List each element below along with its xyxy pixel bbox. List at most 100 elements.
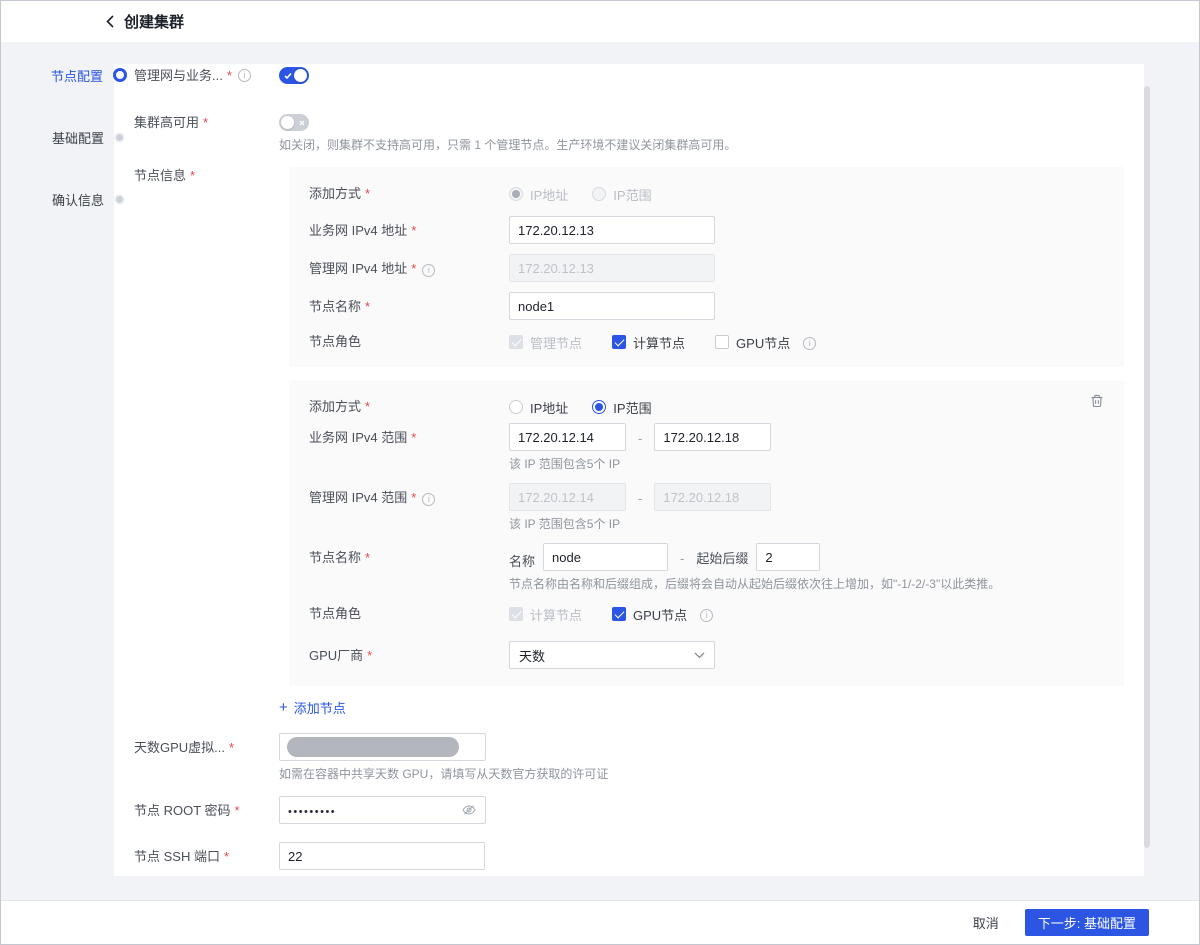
required-asterisk [199,114,208,132]
node-roles-label: 节点角色 [309,334,361,349]
checkbox-box [612,335,626,349]
trash-icon [1090,394,1104,408]
row-mgmt-range: 管理网 IPv4 范围 - 该 IP 范围包含5个 IP [309,483,1104,532]
redacted-value [287,737,459,757]
mgmt-range-label: 管理网 IPv4 范围 [309,490,407,505]
row-node-roles: 节点角色 管理节点 计算节点 GPU节点 [309,333,1104,351]
start-suffix-input[interactable] [756,543,820,571]
add-node-label: 添加节点 [294,698,346,717]
required-asterisk [361,186,370,201]
root-password-label: 节点 ROOT 密码 [134,796,279,820]
cluster-ha-label: 集群高可用 [134,114,279,132]
gpu-license-help: 如需在容器中共享天数 GPU，请填写从天数官方获取的许可证 [279,767,1124,782]
checkbox-box [509,607,523,621]
stepper: 节点配置 基础配置 确认信息 [23,66,127,252]
business-ip-input[interactable] [509,216,715,244]
step-confirm-info[interactable]: 确认信息 [23,190,127,208]
mgmt-ip-input [509,254,715,282]
range-dash: - [680,549,684,566]
row-node-name: 节点名称 [309,292,1104,320]
row-root-password: 节点 ROOT 密码 ••••••••• [134,796,1124,824]
step-basic-config[interactable]: 基础配置 [23,128,127,146]
row-node-name: 节点名称 名称 - 起始后缀 节点名称由名称和后缀组成，后缀将会自动从起始后缀依… [309,543,1104,592]
cancel-button[interactable]: 取消 [973,913,999,932]
checkbox-gpu-node[interactable]: GPU节点 [612,605,713,624]
info-icon[interactable] [238,69,251,82]
row-ssh-port: 节点 SSH 端口 [134,842,1124,870]
toggle-check-icon [284,72,292,79]
required-asterisk [361,299,370,314]
delete-node-section-button[interactable] [1088,392,1106,410]
gpu-vendor-value: 天数 [519,646,545,665]
gpu-license-input[interactable] [279,733,486,761]
node-section-1: 添加方式 IP地址 IP范围 业务网 IPv4 地址 管理网 IPv4 地址 [289,167,1124,367]
checkbox-box [715,335,729,349]
row-mgmt-business-network: 管理网与业务... [134,67,1124,85]
required-asterisk [186,167,195,185]
checkbox-box [612,607,626,621]
next-step-button[interactable]: 下一步: 基础配置 [1025,909,1149,936]
vertical-scrollbar[interactable] [1144,86,1150,848]
toggle-knob [281,116,294,129]
checkbox-compute-node: 计算节点 [509,605,582,624]
gpu-vendor-label: GPU厂商 [309,648,363,663]
name-prefix-input[interactable] [543,543,668,571]
row-node-info: 节点信息 添加方式 IP地址 IP范围 [134,167,1124,717]
info-icon[interactable] [700,609,713,622]
row-gpu-license: 天数GPU虚拟... 如需在容器中共享天数 GPU，请填写从天数官方获取的许可证 [134,733,1124,782]
info-icon[interactable] [422,264,435,277]
checkbox-compute-node[interactable]: 计算节点 [612,333,685,352]
checkbox-mgmt-node: 管理节点 [509,333,582,352]
node-name-label: 节点名称 [309,550,361,565]
eye-slash-icon [461,803,477,817]
checkbox-gpu-node[interactable]: GPU节点 [715,333,816,352]
range-dash: - [638,489,642,506]
business-ip-label: 业务网 IPv4 地址 [309,223,407,238]
mgmt-ip-label: 管理网 IPv4 地址 [309,261,407,276]
mgmt-range-help: 该 IP 范围包含5个 IP [509,517,1104,532]
required-asterisk [361,550,370,565]
page-header: 创建集群 [1,1,1199,42]
password-mask: ••••••••• [288,803,336,818]
node-info-label: 节点信息 [134,167,279,185]
radio-dot [592,400,606,414]
mgmt-business-toggle[interactable] [279,67,309,84]
page-title: 创建集群 [124,11,184,32]
add-node-button[interactable]: + 添加节点 [279,698,346,717]
node-name-help: 节点名称由名称和后缀组成，后缀将会自动从起始后缀依次往上增加，如"-1/-2/-… [509,577,1104,592]
row-gpu-vendor: GPU厂商 天数 [309,641,1104,669]
page-body: 节点配置 基础配置 确认信息 管理网与业务... [1,42,1199,900]
row-add-mode: 添加方式 IP地址 IP范围 [309,185,1104,203]
required-asterisk [407,261,416,276]
ssh-port-input[interactable] [279,842,485,870]
page-footer: 取消 下一步: 基础配置 [1,900,1199,944]
radio-ip-address[interactable]: IP地址 [509,185,568,204]
form-card: 管理网与业务... 集群高可用 [114,64,1144,876]
business-range-to-input[interactable] [654,423,771,451]
gpu-vendor-select[interactable]: 天数 [509,641,715,669]
step-node-config[interactable]: 节点配置 [23,66,127,84]
row-cluster-ha: 集群高可用 如关闭，则集群不支持高可用，只需 1 个管理节点。生产环境不建议关闭… [134,114,1124,153]
back-button[interactable]: 创建集群 [106,11,184,32]
required-asterisk [225,739,234,757]
ssh-port-label: 节点 SSH 端口 [134,842,279,866]
root-password-input[interactable]: ••••••••• [279,796,486,824]
required-asterisk [223,67,232,85]
add-mode-label: 添加方式 [309,399,361,414]
mgmt-range-to-input [654,483,771,511]
radio-ip-address[interactable]: IP地址 [509,398,568,417]
info-icon[interactable] [803,337,816,350]
checkbox-box [509,335,523,349]
node-name-input[interactable] [509,292,715,320]
info-icon[interactable] [422,493,435,506]
cluster-ha-toggle[interactable] [279,114,309,131]
plus-icon: + [279,700,288,715]
create-cluster-window: 创建集群 节点配置 基础配置 确认信息 管理网与业务... [0,0,1200,945]
mgmt-business-label: 管理网与业务... [134,67,279,85]
business-range-from-input[interactable] [509,423,626,451]
toggle-password-visibility-button[interactable] [461,803,477,817]
toggle-x-icon [299,120,305,126]
cluster-ha-help: 如关闭，则集群不支持高可用，只需 1 个管理节点。生产环境不建议关闭集群高可用。 [279,138,1124,153]
radio-ip-range[interactable]: IP范围 [592,398,651,417]
radio-ip-range[interactable]: IP范围 [592,185,651,204]
